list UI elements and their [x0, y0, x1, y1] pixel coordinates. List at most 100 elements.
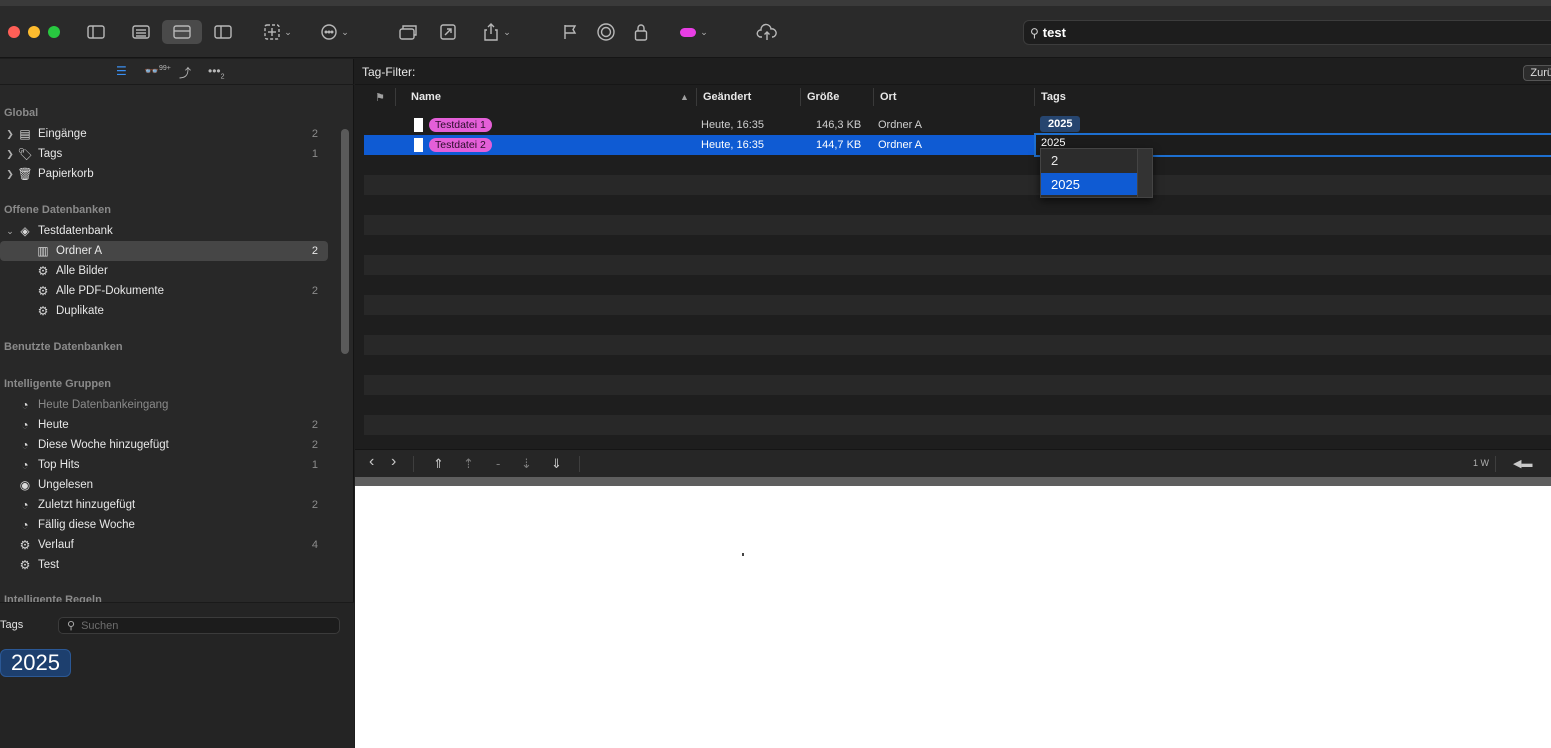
sidebar-item-count: 4	[311, 539, 318, 551]
row-tag-chip[interactable]: 2025	[1040, 116, 1081, 132]
tag-token[interactable]: 2025	[0, 649, 71, 677]
sidebar-item-duplikate[interactable]: ⚙ Duplikate	[0, 301, 328, 321]
column-changed[interactable]: Geändert	[703, 91, 751, 103]
sidebar-item-label: Top Hits	[38, 459, 80, 471]
document-icon	[414, 138, 423, 152]
table-row[interactable]: Testdatei 1 Heute, 16:35 146,3 KB Ordner…	[364, 115, 1551, 135]
sidebar-item-count: 1	[311, 459, 318, 471]
sidebar-item-ungelesen[interactable]: ◉ Ungelesen	[0, 475, 328, 495]
preview-splitter[interactable]	[355, 477, 1551, 486]
sync-button[interactable]	[754, 20, 780, 44]
sidebar-item-diese-woche[interactable]: ◔ Diese Woche hinzugefügt 2	[0, 435, 328, 455]
zoom-window-button[interactable]	[48, 26, 60, 38]
share-menu-button[interactable]: ⌄	[478, 20, 516, 44]
sidebar-item-alle-pdf[interactable]: ⚙ Alle PDF-Dokumente 2	[0, 281, 328, 301]
reduce-icon[interactable]: ◀▬	[1513, 457, 1532, 470]
flag-button[interactable]	[558, 20, 582, 44]
close-window-button[interactable]	[8, 26, 20, 38]
document-icon	[414, 118, 423, 132]
glasses-icon[interactable]: 👓99+	[144, 64, 171, 78]
move-to-top-icon[interactable]: ⇑	[433, 456, 444, 472]
column-name[interactable]: Name	[411, 91, 441, 103]
outline-icon[interactable]: ⤴	[179, 64, 191, 81]
sidebar-item-label: Ungelesen	[38, 479, 93, 491]
sidebar-item-ordner-a[interactable]: ▥ Ordner A 2	[0, 241, 328, 261]
sidebar-item-count: 2	[311, 245, 318, 257]
sidebar-item-alle-bilder[interactable]: ⚙ Alle Bilder	[0, 261, 328, 281]
suggestion-scrollbar[interactable]	[1137, 149, 1152, 197]
document-preview[interactable]	[355, 486, 1551, 748]
chevron-right-icon[interactable]: ❯	[4, 149, 16, 160]
column-tags[interactable]: Tags	[1041, 91, 1066, 103]
sidebar-item-label: Alle PDF-Dokumente	[56, 285, 165, 297]
chevron-right-icon[interactable]: ❯	[4, 129, 16, 140]
back-button[interactable]: Zurück	[1523, 65, 1551, 81]
row-size: 146,3 KB	[816, 119, 862, 131]
row-changed: Heute, 16:35	[701, 119, 764, 131]
tags-pane-label: Tags	[0, 619, 24, 631]
chevron-down-icon[interactable]: ⌄	[4, 226, 16, 237]
view-inspector-button[interactable]	[210, 20, 236, 44]
sidebar-item-faellig[interactable]: ◔ Fällig diese Woche	[0, 515, 328, 535]
list-icon[interactable]: ☰	[116, 64, 127, 78]
move-down-icon[interactable]: ⇣	[521, 456, 532, 472]
sidebar-item-inbox[interactable]: ❯ ▤ Eingänge 2	[0, 124, 328, 144]
suggestion-item[interactable]: 2	[1041, 149, 1137, 171]
view-split-button[interactable]	[162, 20, 202, 44]
sidebar-icon	[87, 25, 105, 39]
smart-group-gear-icon: ⚙	[37, 304, 49, 318]
chevron-right-icon[interactable]: ❯	[4, 169, 16, 180]
minimize-window-button[interactable]	[28, 26, 40, 38]
sidebar-item-test[interactable]: ⚙ Test	[0, 555, 328, 575]
more-circle-icon	[321, 24, 337, 40]
lock-button[interactable]	[630, 20, 652, 44]
list-bottom-bar: ‹ › ⇑ ⇡ - ⇣ ⇓ 1 W ◀▬	[355, 449, 1551, 477]
open-window-button[interactable]	[396, 20, 420, 44]
new-item-menu-button[interactable]: ⌄	[258, 20, 298, 44]
sidebar-item-verlauf[interactable]: ⚙ Verlauf 4	[0, 535, 328, 555]
toolbar-search-field[interactable]: ⚲ test	[1023, 20, 1551, 45]
tag-filter-label: Tag-Filter:	[362, 64, 416, 79]
row-name: Testdatei 2	[429, 138, 492, 152]
column-size[interactable]: Größe	[807, 91, 839, 103]
toggle-sidebar-button[interactable]	[84, 20, 108, 44]
sidebar-item-trash[interactable]: ❯ 🗑 Papierkorb	[0, 164, 328, 184]
sidebar-item-zuletzt[interactable]: ◔ Zuletzt hinzugefügt 2	[0, 495, 328, 515]
empty-row	[364, 255, 1551, 275]
sidebar-item-label: Heute Datenbankeingang	[38, 399, 169, 411]
tags-search-input[interactable]: ⚲ Suchen	[58, 617, 340, 634]
clock-icon: ◔	[21, 438, 29, 452]
search-value[interactable]: test	[1043, 25, 1066, 40]
sidebar-item-tags[interactable]: ❯ 🏷 Tags 1	[0, 144, 328, 164]
view-list-button[interactable]	[128, 20, 154, 44]
clock-icon: ◔	[21, 518, 29, 532]
zoom-level: 1 W	[1472, 458, 1489, 468]
sidebar-item-heute-datenbankeingang[interactable]: ◔ Heute Datenbankeingang	[0, 395, 328, 415]
color-label-menu-button[interactable]: ⌄	[672, 20, 716, 44]
move-to-bottom-icon[interactable]: ⇓	[551, 456, 562, 472]
more-icon[interactable]: •••2	[208, 64, 225, 80]
sidebar-item-label: Heute	[38, 419, 69, 431]
chevron-right-icon[interactable]: ›	[391, 453, 396, 471]
column-location[interactable]: Ort	[880, 91, 897, 103]
sidebar-item-label: Alle Bilder	[56, 265, 108, 277]
row-changed: Heute, 16:35	[701, 139, 764, 151]
sidebar-item-top-hits[interactable]: ◔ Top Hits 1	[0, 455, 328, 475]
mark-read-button[interactable]	[594, 20, 618, 44]
share-icon	[484, 23, 498, 41]
move-up-icon[interactable]: ⇡	[463, 456, 474, 472]
smart-group-gear-icon: ⚙	[19, 558, 31, 572]
suggestion-item-selected[interactable]: 2025	[1041, 173, 1137, 195]
tags-pane: Tags ⚲ Suchen 2025	[0, 602, 354, 748]
document-list-pane: Tag-Filter: Zurück ⚑ Name ▲ Geändert Grö…	[355, 59, 1551, 477]
actions-menu-button[interactable]: ⌄	[316, 20, 354, 44]
clock-icon: ◔	[21, 418, 29, 432]
sidebar-item-count: 2	[311, 499, 318, 511]
sidebar-item-database[interactable]: ⌄ ◈ Testdatenbank	[0, 221, 328, 241]
open-external-button[interactable]	[436, 20, 460, 44]
sidebar-item-heute[interactable]: ◔ Heute 2	[0, 415, 328, 435]
sidebar-item-label: Test	[38, 559, 60, 571]
flag-column-icon[interactable]: ⚑	[375, 91, 385, 104]
chevron-left-icon[interactable]: ‹	[369, 453, 374, 471]
sidebar-scrollbar[interactable]	[341, 129, 349, 354]
